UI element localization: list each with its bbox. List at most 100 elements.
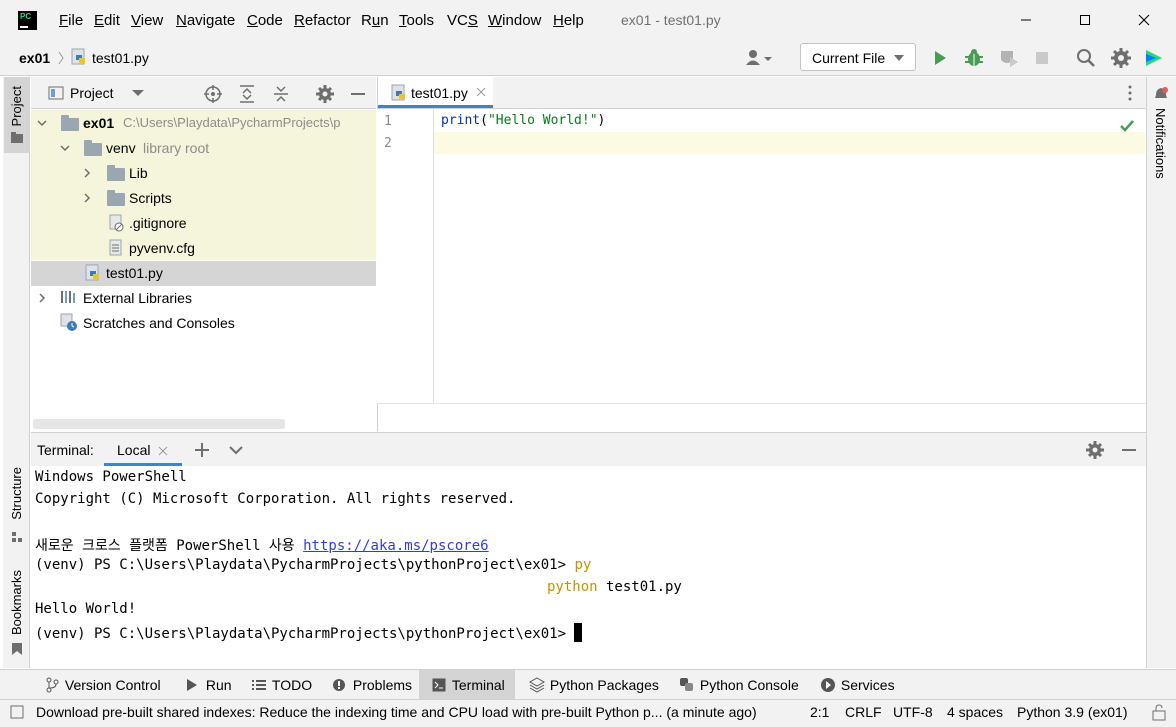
tool-tab-run[interactable]: Run (186, 677, 232, 693)
tool-tab-problems[interactable]: Problems (332, 677, 412, 693)
chevron-down-icon (894, 55, 904, 61)
locate-file-icon (204, 85, 222, 103)
tree-item-scratches[interactable]: Scratches and Consoles (31, 311, 376, 336)
menu-navigate[interactable]: Navigate (176, 12, 235, 29)
terminal-line: 새로운 크로스 플랫폼 PowerShell 사용 https://aka.ms… (35, 538, 489, 554)
stripe-bookmarks-tab[interactable]: Bookmarks (4, 568, 30, 660)
tree-item-gitignore[interactable]: .gitignore (31, 211, 376, 236)
scratches-icon (60, 313, 77, 331)
settings-gear-icon[interactable] (1110, 47, 1132, 69)
breadcrumb-project[interactable]: ex01 (19, 50, 50, 66)
terminal-header: Terminal: Local (31, 432, 1146, 466)
code-editor[interactable] (377, 109, 1146, 431)
tool-tab-python-console[interactable]: Python Console (679, 677, 799, 693)
libraries-icon (61, 291, 75, 303)
terminal-line: Windows PowerShell (35, 469, 187, 485)
coverage-icon[interactable] (998, 48, 1020, 68)
code-paren: ( (480, 113, 488, 128)
code-line-1[interactable]: print("Hello World!") (441, 113, 605, 128)
file-encoding[interactable]: UTF-8 (893, 704, 933, 720)
terminal-settings-gear-icon[interactable] (1085, 440, 1105, 460)
caret-position[interactable]: 2:1 (810, 704, 829, 720)
tool-tab-services[interactable]: Services (820, 677, 895, 693)
menu-refactor[interactable]: Refactor (294, 12, 351, 29)
line-separator[interactable]: CRLF (845, 704, 882, 720)
maximize-icon[interactable] (1075, 10, 1095, 30)
terminal-line: Copyright (C) Microsoft Corporation. All… (35, 491, 516, 507)
horizontal-scrollbar[interactable] (33, 419, 285, 429)
stripe-structure-tab[interactable]: Structure (4, 465, 30, 545)
vcs-branch-icon (46, 677, 59, 693)
more-options-icon[interactable] (1126, 84, 1134, 102)
python-file-icon (71, 48, 87, 66)
close-tab-icon (158, 446, 168, 456)
hide-terminal-icon[interactable] (1120, 440, 1138, 460)
stop-icon[interactable] (1033, 48, 1051, 68)
chevron-right-icon (39, 293, 46, 303)
editor-divider (377, 403, 1146, 404)
chevron-right-icon (84, 193, 91, 203)
run-configuration-select[interactable]: Current File (800, 43, 916, 71)
editor-gutter (377, 109, 434, 403)
terminal-tab-local[interactable]: Local (104, 433, 182, 466)
title-bar: PC File Edit View Navigate Code Refactor… (0, 0, 1176, 40)
code-func: print (441, 113, 481, 128)
tree-item-test01-py[interactable]: test01.py (31, 261, 376, 286)
breadcrumb-file[interactable]: test01.py (92, 50, 149, 66)
menu-help[interactable]: Help (553, 12, 584, 29)
folder-icon (11, 132, 23, 143)
user-icon[interactable] (744, 48, 776, 68)
current-line-highlight (378, 132, 1145, 154)
run-icon[interactable] (931, 48, 949, 68)
services-icon (821, 678, 835, 692)
chevron-down-icon[interactable] (228, 443, 244, 457)
status-square-icon[interactable] (9, 704, 25, 720)
tool-tab-python-packages[interactable]: Python Packages (529, 677, 659, 693)
tree-item-venv[interactable]: venv library root (31, 136, 376, 161)
terminal-prompt-line[interactable]: (venv) PS C:\Users\Playdata\PycharmProje… (35, 623, 583, 642)
search-icon[interactable] (1075, 47, 1097, 69)
terminal-line: Hello World! (35, 601, 137, 617)
chevron-down-icon (60, 145, 70, 152)
stripe-project-tab[interactable]: Project (4, 77, 30, 153)
menu-window[interactable]: Window (488, 12, 541, 29)
python-interpreter[interactable]: Python 3.9 (ex01) (1017, 704, 1128, 720)
menu-file[interactable]: File (59, 12, 83, 29)
menu-vcs[interactable]: VCS (447, 12, 478, 29)
tree-item-external-libraries[interactable]: External Libraries (31, 286, 376, 311)
tree-item-ex01[interactable]: ex01 C:\Users\Playdata\PycharmProjects\p (31, 111, 376, 136)
folder-icon (107, 190, 125, 206)
minimize-icon[interactable] (1016, 10, 1036, 30)
tree-item-pyvenv-cfg[interactable]: pyvenv.cfg (31, 236, 376, 261)
tree-item-scripts[interactable]: Scripts (31, 186, 376, 211)
close-window-icon[interactable] (1134, 10, 1154, 30)
menu-edit[interactable]: Edit (94, 12, 120, 29)
close-tab-icon (476, 87, 486, 97)
run-icon (187, 679, 197, 691)
python-file-icon (85, 264, 99, 281)
tool-tab-todo[interactable]: TODO (252, 677, 312, 693)
menu-run[interactable]: Run (361, 12, 389, 29)
problems-icon (333, 679, 345, 691)
no-problems-check-icon[interactable] (1119, 118, 1135, 134)
add-terminal-icon[interactable] (194, 442, 210, 458)
project-panel-title[interactable]: Project (70, 85, 114, 101)
tree-item-lib[interactable]: Lib (31, 161, 376, 186)
bookmark-icon (12, 643, 22, 655)
lock-icon[interactable] (1151, 703, 1167, 721)
tab-test01-py[interactable]: test01.py (378, 77, 493, 108)
config-file-icon (109, 239, 122, 256)
menu-tools[interactable]: Tools (399, 12, 434, 29)
menu-view[interactable]: View (131, 12, 163, 29)
menu-code[interactable]: Code (247, 12, 283, 29)
terminal-title: Terminal: (37, 442, 94, 458)
status-message[interactable]: Download pre-built shared indexes: Reduc… (36, 704, 757, 720)
pscore-link[interactable]: https://aka.ms/pscore6 (303, 538, 488, 554)
tool-tab-terminal[interactable]: Terminal (432, 677, 505, 693)
debug-icon[interactable] (963, 47, 985, 69)
tool-tab-version-control[interactable]: Version Control (45, 677, 161, 693)
stripe-notifications-tab[interactable]: Notifications (1150, 86, 1172, 186)
indent-setting[interactable]: 4 spaces (947, 704, 1003, 720)
jetbrains-gateway-icon[interactable] (1144, 48, 1164, 68)
terminal-line: python test01.py (547, 579, 682, 595)
